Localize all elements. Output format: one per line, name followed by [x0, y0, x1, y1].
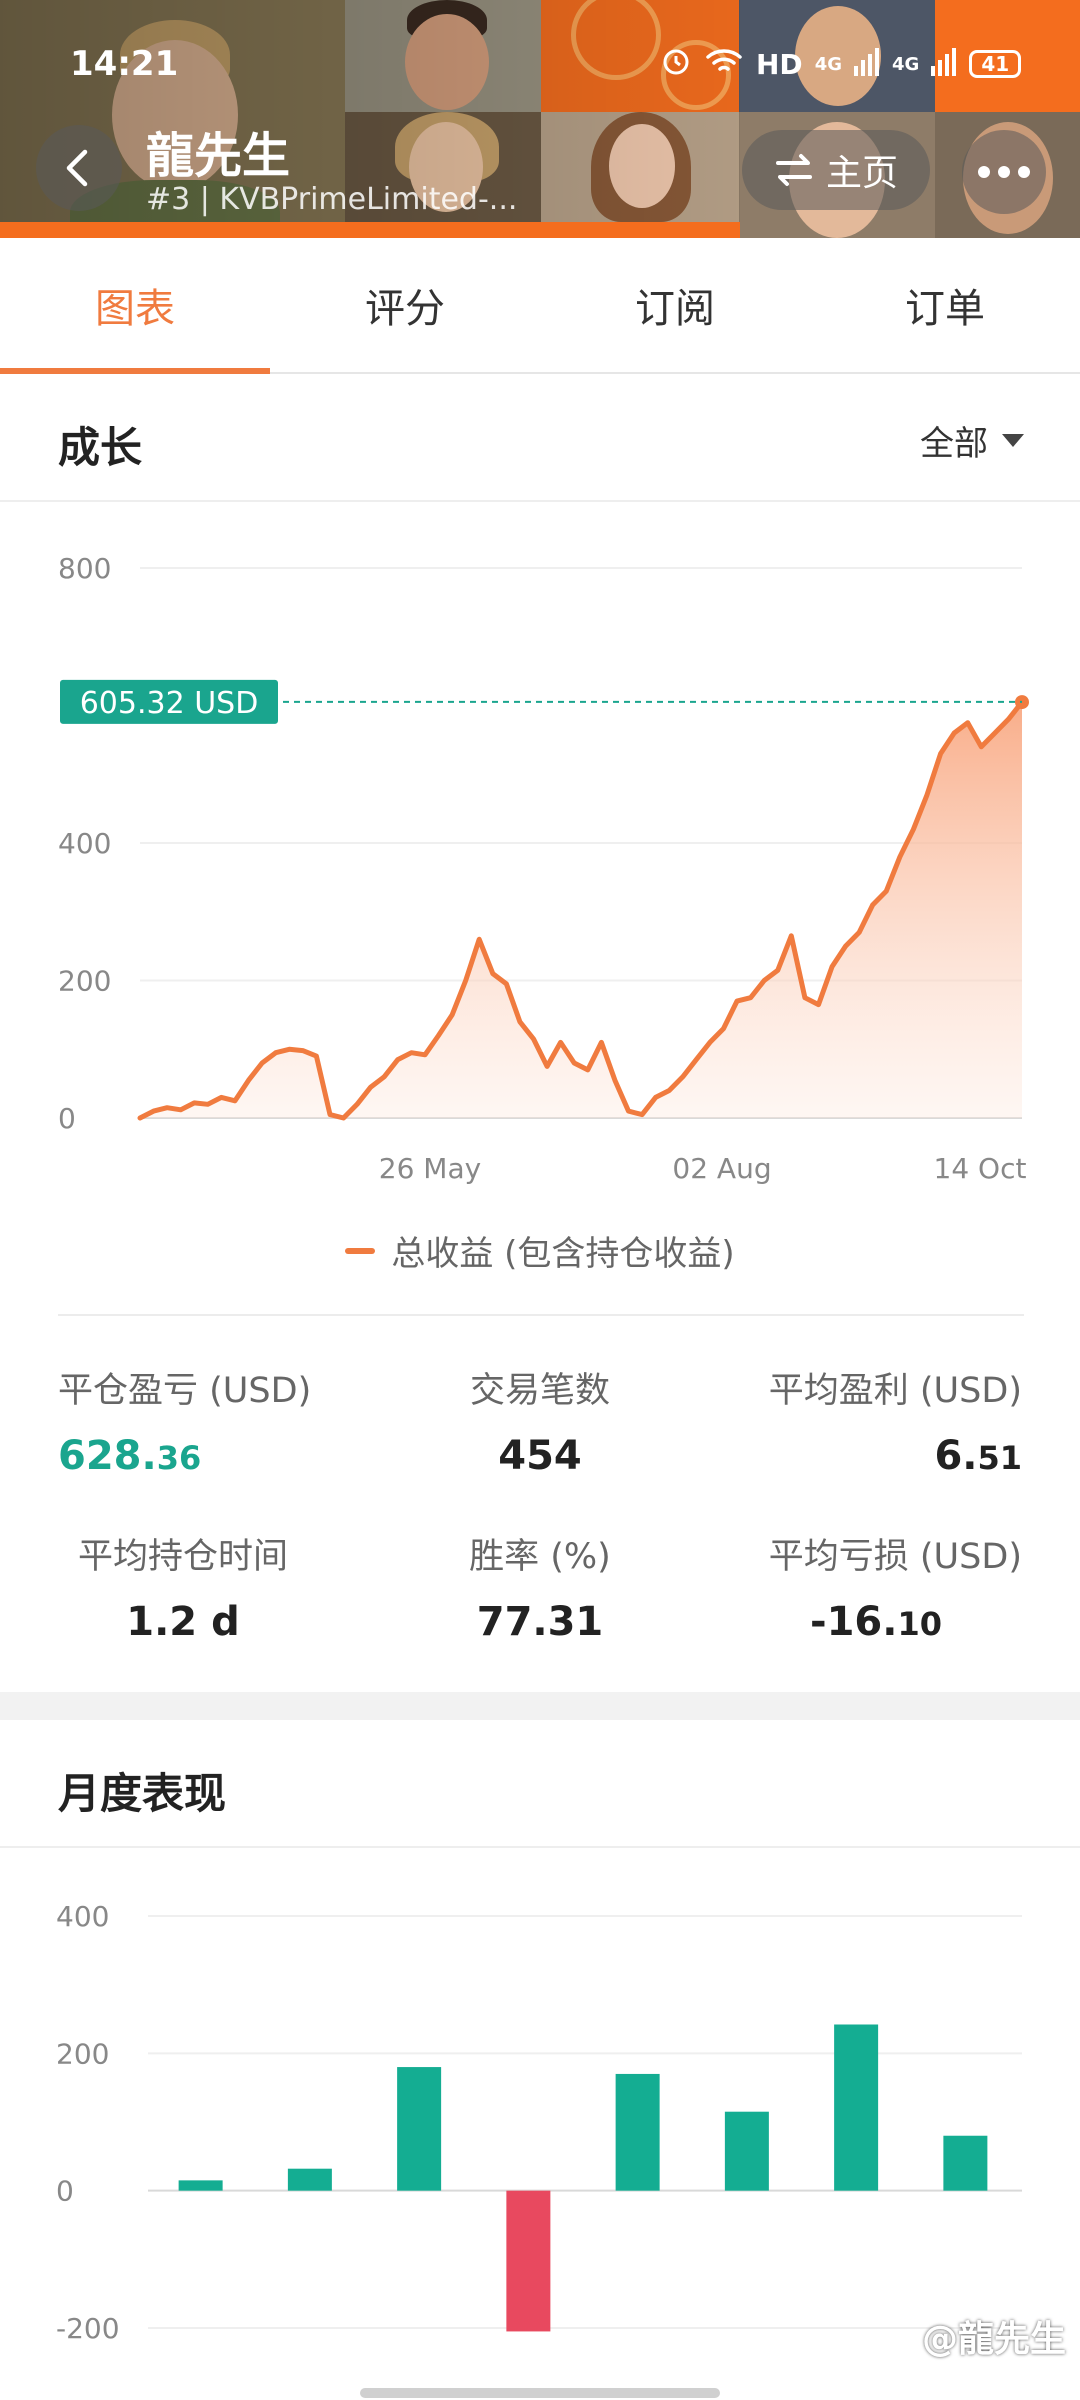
signal-2-label: 4G	[892, 53, 920, 75]
tab-bar: 图表 评分 订阅 订单	[0, 238, 1080, 374]
legend-label: 总收益 (包含持仓收益)	[391, 1234, 735, 1274]
more-button[interactable]	[962, 130, 1046, 214]
home-button-label: 主页	[825, 153, 898, 194]
stat-value: -16.10	[682, 1599, 1022, 1645]
y-tick-label: 400	[58, 827, 111, 860]
more-dot	[998, 166, 1010, 178]
stat-value: 1.2 d	[126, 1599, 240, 1645]
stat-value: 628.36	[58, 1433, 398, 1479]
stat-trades: 交易笔数 454	[370, 1362, 710, 1479]
y-tick-label: 0	[56, 2175, 74, 2208]
bar-positive	[834, 2024, 879, 2191]
stat-label: 胜率 (%)	[469, 1537, 611, 1577]
network-type: HD	[756, 47, 803, 81]
stat-closed-pnl: 平仓盈亏 (USD) 628.36	[58, 1362, 398, 1479]
home-button[interactable]: 主页	[742, 130, 930, 210]
monthly-chart: -200 0 200 400	[56, 1900, 1022, 2345]
tab-chart[interactable]: 图表	[0, 238, 270, 374]
stat-avg-loss: 平均亏损 (USD) -16.10	[682, 1528, 1022, 1645]
monthly-header: 月度表现	[0, 1720, 1080, 1848]
stat-value-dec: 51	[977, 1439, 1022, 1477]
stat-value-int: 628.	[58, 1433, 157, 1479]
section-gap	[0, 1692, 1080, 1720]
chevron-left-icon	[66, 149, 88, 187]
status-icons: HD 4G 4G 41	[660, 44, 1022, 84]
alarm-icon	[660, 45, 692, 84]
stat-avg-hold: 平均持仓时间 1.2 d	[58, 1528, 308, 1645]
growth-title: 成长	[58, 423, 143, 472]
trader-header: 14:21 HD 4G 4G 41 龍先生 #3 | KVBPrimeLimit…	[0, 0, 1080, 238]
caret-down-icon	[1002, 434, 1024, 447]
stat-value: 454	[498, 1433, 582, 1479]
y-tick-label: 200	[58, 965, 111, 998]
growth-legend: 总收益 (包含持仓收益)	[0, 1226, 1080, 1275]
swap-icon	[775, 154, 812, 186]
stat-value-dec: 36	[156, 1439, 202, 1477]
trader-name: 龍先生	[146, 128, 291, 184]
battery-icon: 41	[969, 50, 1022, 78]
stat-value: 6.51	[682, 1433, 1022, 1479]
tab-orders[interactable]: 订单	[810, 238, 1080, 372]
x-tick-label: 02 Aug	[672, 1152, 771, 1185]
growth-header: 成长 全部	[0, 374, 1080, 502]
growth-chart: 0 200 400 800 26 May 02 Aug 14 Oct 605.32 USD	[58, 552, 1029, 1185]
y-tick-label: 0	[58, 1102, 76, 1135]
home-indicator[interactable]	[360, 2388, 720, 2398]
range-dropdown[interactable]: 全部	[920, 416, 1024, 465]
stat-value-int: -16.	[810, 1599, 898, 1645]
stat-label: 平仓盈亏 (USD)	[58, 1371, 312, 1411]
trader-subtitle: #3 | KVBPrimeLimited-...	[146, 182, 518, 217]
range-dropdown-value: 全部	[920, 424, 988, 464]
stat-value-dec: 10	[897, 1605, 942, 1643]
tab-rating[interactable]: 评分	[270, 238, 540, 372]
x-tick-label: 26 May	[379, 1152, 481, 1185]
stat-win-rate: 胜率 (%) 77.31	[370, 1528, 710, 1645]
bar-positive	[724, 2111, 769, 2191]
current-value-label: 605.32 USD	[80, 686, 259, 721]
watermark: @龍先生	[921, 2319, 1066, 2360]
x-tick-label: 14 Oct	[934, 1152, 1027, 1185]
monthly-title: 月度表现	[58, 1769, 227, 1818]
stat-label: 平均盈利 (USD)	[768, 1371, 1022, 1411]
bar-positive	[287, 2168, 332, 2191]
bar-negative	[506, 2190, 551, 2332]
header-accent-strip	[0, 222, 740, 238]
status-time: 14:21	[70, 44, 179, 84]
bar-positive	[615, 2073, 660, 2191]
bar-positive	[397, 2067, 442, 2191]
stat-value: 77.31	[476, 1599, 604, 1645]
back-button[interactable]	[36, 125, 122, 211]
bar-positive	[943, 2135, 988, 2191]
y-tick-label: -200	[56, 2312, 120, 2345]
y-tick-label: 200	[56, 2037, 109, 2070]
bar-positive	[178, 2180, 223, 2191]
stat-label: 平均亏损 (USD)	[768, 1537, 1022, 1577]
battery-level: 41	[981, 52, 1010, 76]
stat-label: 交易笔数	[469, 1371, 610, 1411]
y-tick-label: 400	[56, 1900, 109, 1933]
stat-value-int: 6.	[934, 1433, 978, 1479]
signal-1-label: 4G	[814, 53, 842, 75]
tab-subscribe[interactable]: 订阅	[540, 238, 810, 372]
divider	[58, 1314, 1024, 1316]
legend-swatch	[345, 1247, 376, 1254]
y-tick-label: 800	[58, 552, 111, 585]
wifi-icon	[704, 45, 744, 84]
more-dot	[1018, 166, 1030, 178]
app-screen: 14:21 HD 4G 4G 41 龍先生 #3 | KVBPrimeLimit…	[0, 0, 1080, 2400]
stat-avg-profit: 平均盈利 (USD) 6.51	[682, 1362, 1022, 1479]
signal-icon	[854, 46, 880, 83]
signal-icon	[931, 46, 957, 83]
stat-label: 平均持仓时间	[77, 1537, 288, 1577]
more-dot	[978, 166, 990, 178]
